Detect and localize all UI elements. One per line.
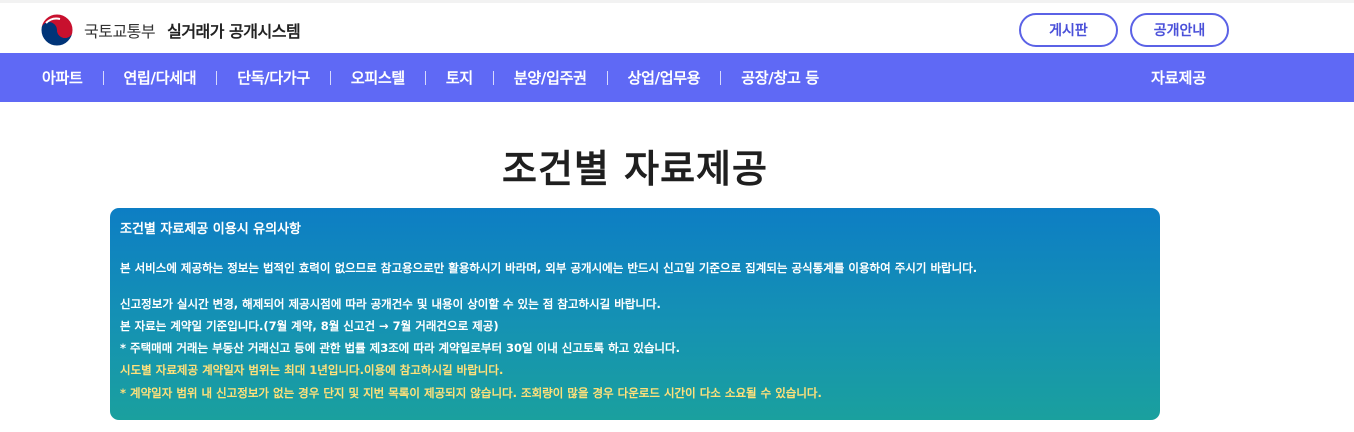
page-title: 조건별 자료제공 [502,147,768,191]
nav-divider [102,70,104,85]
system-name: 실거래가 공개시스템 [167,22,301,41]
nav-item-townhouse[interactable]: 연립/다세대 [124,67,197,88]
nav-item-land[interactable]: 토지 [446,67,473,88]
nav-divider [424,70,426,85]
brand[interactable]: 국토교통부 실거래가 공개시스템 [40,12,301,48]
nav-divider [329,70,331,85]
nav-divider [606,70,608,85]
nav-item-detached-house[interactable]: 단독/다가구 [237,67,310,88]
notice-line: 본 자료는 계약일 기준입니다.(7월 계약, 8월 신고건 → 7월 거래건으… [120,319,499,333]
notice-line-highlight: 시도별 자료제공 계약일자 범위는 최대 1년입니다.이용에 참고하시길 바랍니… [120,363,504,377]
main-nav: 아파트 연립/다세대 단독/다가구 오피스텔 토지 분양/입주권 상업/업무용 … [0,53,1354,102]
nav-item-factory[interactable]: 공장/창고 등 [741,67,819,88]
notice-line: * 주택매매 거래는 부동산 거래신고 등에 관한 법률 제3조에 따라 계약일… [120,341,680,355]
notice-box: 조건별 자료제공 이용시 유의사항 본 서비스에 제공하는 정보는 법적인 효력… [110,208,1160,420]
disclosure-guide-button[interactable]: 공개안내 [1130,13,1229,47]
nav-item-commercial[interactable]: 상업/업무용 [628,67,701,88]
nav-item-officetel[interactable]: 오피스텔 [351,67,405,88]
taegeuk-logo-icon [40,13,74,47]
nav-item-presale[interactable]: 분양/입주권 [514,67,587,88]
nav-item-apartment[interactable]: 아파트 [42,67,83,88]
nav-menu: 아파트 연립/다세대 단독/다가구 오피스텔 토지 분양/입주권 상업/업무용 … [42,53,819,102]
ministry-name: 국토교통부 [84,22,156,41]
board-button[interactable]: 게시판 [1019,13,1118,47]
notice-line: 신고정보가 실시간 변경, 해제되어 제공시점에 따라 공개건수 및 내용이 상… [120,297,661,311]
notice-line: 본 서비스에 제공하는 정보는 법적인 효력이 없으므로 참고용으로만 활용하시… [120,261,978,275]
nav-divider [492,70,494,85]
nav-divider [720,70,722,85]
top-header: 국토교통부 실거래가 공개시스템 게시판 공개안내 [0,0,1354,53]
nav-divider [216,70,218,85]
nav-item-data-provision[interactable]: 자료제공 [1151,53,1206,102]
notice-line-highlight: * 계약일자 범위 내 신고정보가 없는 경우 단지 및 지번 목록이 제공되지… [120,386,822,400]
notice-title: 조건별 자료제공 이용시 유의사항 [120,222,302,237]
